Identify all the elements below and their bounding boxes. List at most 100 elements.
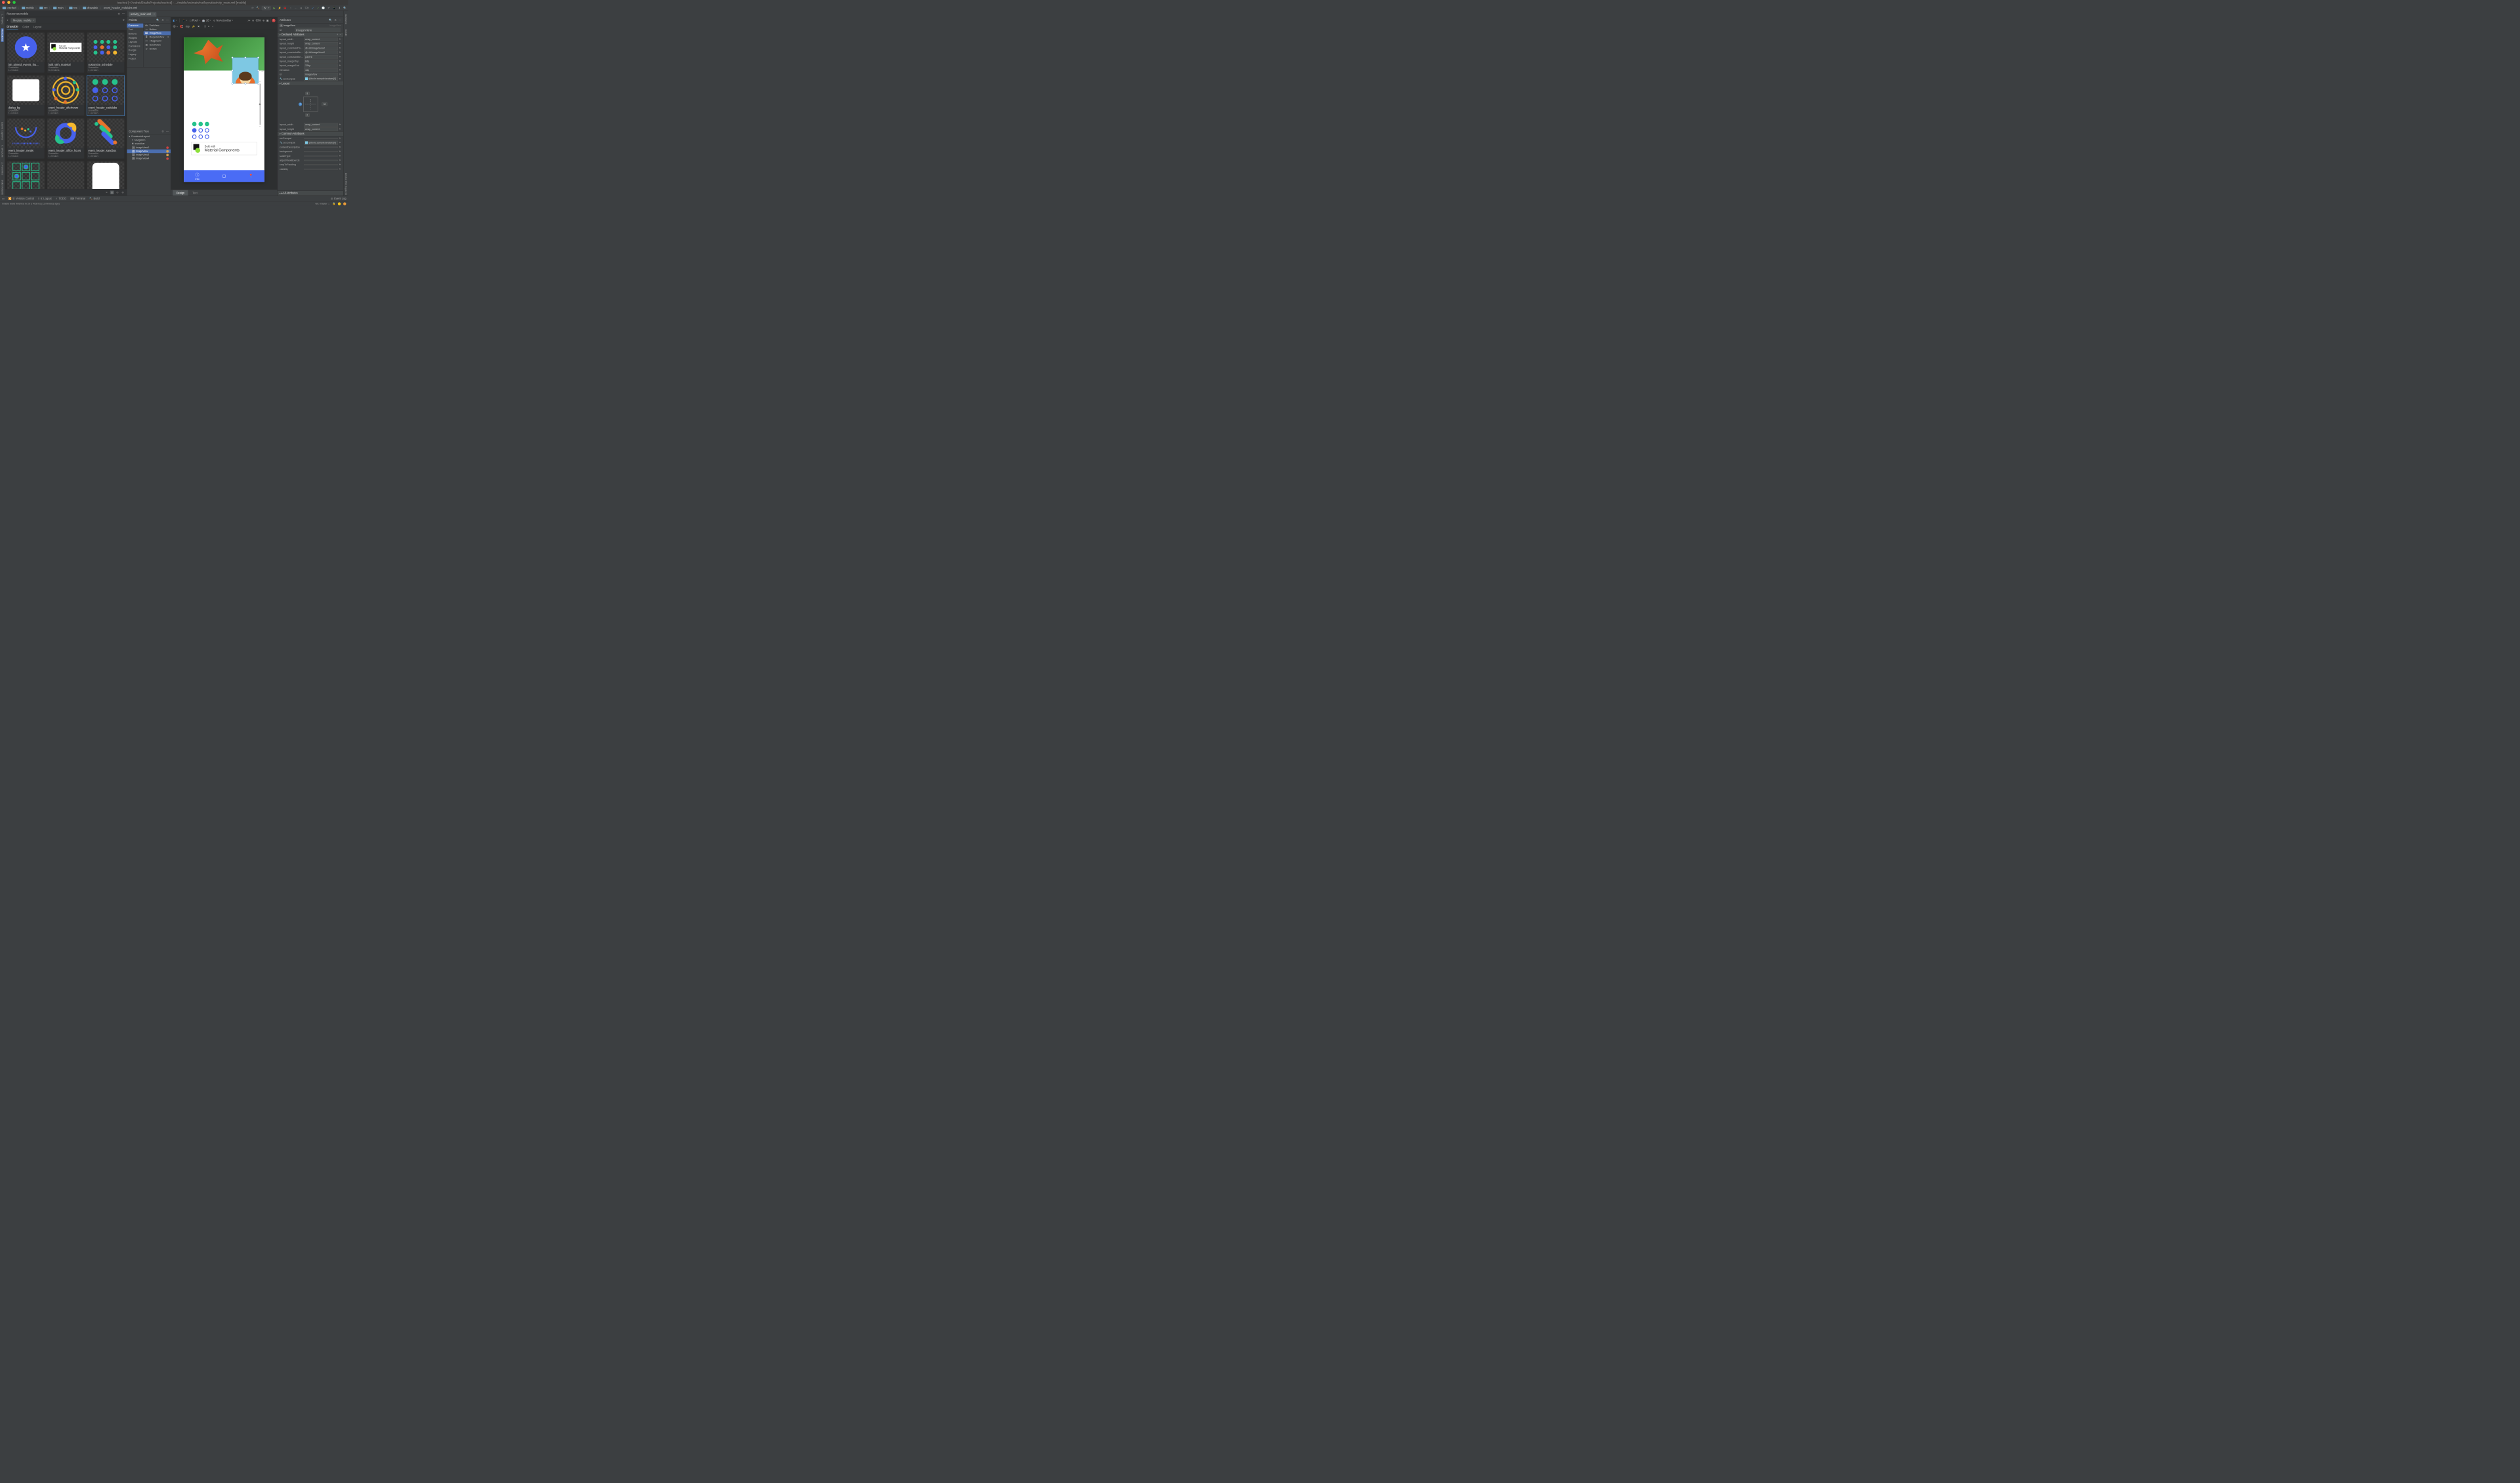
tw-todo[interactable]: ✓TODO: [56, 197, 67, 200]
nav-info[interactable]: ⓘInfo: [184, 170, 211, 182]
wand-icon[interactable]: ✨: [192, 26, 196, 28]
avd-manager-icon[interactable]: 📱: [333, 6, 336, 9]
zoom-fit-icon[interactable]: ▣: [266, 19, 269, 22]
add-constraint-button[interactable]: +: [299, 102, 302, 106]
align-icon[interactable]: ≡: [208, 26, 209, 28]
gear-icon[interactable]: ⚙: [334, 18, 337, 22]
attr-input[interactable]: [304, 151, 338, 152]
remove-attr-icon[interactable]: −: [340, 33, 341, 36]
api-dropdown[interactable]: 🤖 28: [202, 19, 211, 22]
magnet-icon[interactable]: 🧲: [180, 26, 183, 28]
breadcrumb-item[interactable]: src: [39, 7, 49, 9]
breadcrumb-item[interactable]: main: [52, 7, 65, 9]
add-resource-button[interactable]: +: [7, 19, 8, 22]
attr-input[interactable]: @tools:sample/avatars[0]: [304, 141, 338, 145]
profile-icon[interactable]: ◔: [289, 6, 292, 9]
minimize-icon[interactable]: —: [122, 12, 125, 16]
zoom-in-icon[interactable]: ⊕: [262, 19, 264, 22]
gear-icon[interactable]: ⚙: [161, 130, 164, 133]
attr-input[interactable]: 32dp: [304, 64, 338, 68]
stop-icon[interactable]: ■: [299, 6, 303, 9]
run-icon[interactable]: ▶: [272, 6, 276, 9]
tree-item[interactable]: 🖼imageView4: [127, 157, 171, 161]
attr-input[interactable]: [304, 160, 338, 161]
download-icon[interactable]: ⬇: [167, 35, 169, 38]
component-tree[interactable]: ▾ConstraintLayout ≡navigation ✖snackbar …: [127, 135, 171, 196]
grid-view-icon[interactable]: ▦: [110, 191, 114, 195]
window-controls[interactable]: [2, 1, 17, 5]
rail-resources[interactable]: Resources: [1, 28, 3, 42]
search-icon[interactable]: 🔍: [329, 18, 332, 22]
resource-item[interactable]: btn_pinned_events_thu...Drawable1 versio…: [7, 33, 44, 73]
gear-icon[interactable]: ⚙: [117, 12, 120, 16]
tab-drawable[interactable]: Drawable: [7, 24, 18, 30]
breadcrumb-item[interactable]: iosched: [1, 7, 17, 9]
attr-input[interactable]: @tools:sample/avatars[0]: [304, 77, 338, 81]
palette-cat[interactable]: Project: [127, 56, 143, 60]
search-everywhere-icon[interactable]: 🔍: [343, 6, 346, 9]
tw-logcat[interactable]: ≡6: Logcat: [38, 197, 52, 199]
resource-item[interactable]: event_header_sandboxDrawable1 version: [87, 119, 124, 159]
zoom-in-icon[interactable]: ⊕: [121, 191, 125, 194]
filter-icon[interactable]: ⏷: [123, 19, 125, 22]
all-section[interactable]: ▸ All Attributes: [278, 191, 343, 196]
resource-item[interactable]: [7, 161, 44, 189]
debug-icon[interactable]: 🐞: [284, 6, 287, 9]
error-indicator-icon[interactable]: !: [272, 18, 275, 22]
resource-item[interactable]: [47, 161, 84, 189]
resource-item[interactable]: event_header_codelabsDrawable1 version: [87, 75, 124, 115]
sdk-manager-icon[interactable]: ⬇: [338, 6, 341, 9]
resource-item[interactable]: Built withMaterial Components built_with…: [47, 33, 84, 73]
minimize-window-icon[interactable]: [7, 1, 10, 3]
attr-input[interactable]: wrap_content: [304, 42, 338, 46]
resource-item[interactable]: event_header_afterhoursDrawable1 version: [47, 75, 84, 115]
tw-terminal[interactable]: ⌨Terminal: [70, 197, 85, 200]
nav-map[interactable]: 📍: [238, 170, 264, 182]
nav-schedule[interactable]: ▢: [211, 170, 238, 182]
rail-project[interactable]: 1: Project: [1, 13, 3, 26]
tw-event-log[interactable]: ◎Event Log: [331, 197, 346, 200]
attr-input[interactable]: [304, 164, 338, 165]
maximize-window-icon[interactable]: [12, 1, 15, 3]
rail-structure[interactable]: 7: Structure: [1, 144, 3, 158]
toolbar-minimize-icon[interactable]: ▭: [2, 197, 5, 200]
resource-item[interactable]: event_header_office_hoursDrawable1 versi…: [47, 119, 84, 159]
zoom-out-icon[interactable]: ⊖: [252, 19, 254, 22]
resource-item[interactable]: event_header_mealsDrawable1 version: [7, 119, 44, 159]
guidelines-icon[interactable]: ⫞: [212, 26, 213, 28]
rail-build-variants[interactable]: Build Variants: [1, 179, 3, 196]
gear-icon[interactable]: ⚙: [161, 18, 164, 22]
pack-icon[interactable]: ⫼: [205, 26, 206, 28]
vcs-revert-icon[interactable]: ↶: [327, 6, 330, 9]
close-tab-icon[interactable]: ×: [154, 13, 155, 16]
attr-input[interactable]: @+id/imageView2: [304, 46, 338, 50]
tw-version-control[interactable]: 🔀9: Version Control: [9, 197, 34, 200]
attr-input[interactable]: wrap_content: [304, 37, 338, 41]
rail-device-file-explorer[interactable]: Device File Explorer: [345, 172, 347, 196]
layout-section[interactable]: Layout: [278, 81, 343, 86]
breadcrumb-item[interactable]: drawable: [82, 7, 99, 9]
expand-icon[interactable]: ≫: [247, 19, 250, 22]
design-mode-tab[interactable]: Design: [173, 190, 188, 196]
rail-assistant[interactable]: Assistant: [345, 13, 347, 25]
resource-grid[interactable]: btn_pinned_events_thu...Drawable1 versio…: [5, 30, 127, 189]
close-window-icon[interactable]: [2, 1, 5, 3]
lock-icon[interactable]: 🔒: [332, 202, 335, 205]
list-view-icon[interactable]: ≡: [105, 191, 109, 194]
orientation-dropdown[interactable]: 📱: [182, 19, 188, 22]
breadcrumb-item[interactable]: res: [68, 7, 78, 9]
declared-section[interactable]: Declared Attributes+−: [278, 32, 343, 37]
sync-icon[interactable]: ⟳: [251, 6, 255, 9]
rail-favorites[interactable]: 2: Favorites: [1, 161, 3, 176]
tab-layout[interactable]: Layout: [33, 24, 41, 30]
hammer-icon[interactable]: 🔨: [257, 6, 260, 9]
clear-constraints-icon[interactable]: ✖: [198, 26, 200, 28]
minimize-icon[interactable]: —: [166, 18, 169, 22]
text-mode-tab[interactable]: Text: [189, 190, 201, 196]
vcs-update-icon[interactable]: ↙: [311, 6, 314, 9]
selected-imageview[interactable]: 32: [232, 57, 259, 83]
vcs-history-icon[interactable]: 🕘: [322, 6, 325, 9]
default-margin[interactable]: 8dp: [186, 26, 190, 28]
common-section[interactable]: Common Attributes: [278, 131, 343, 136]
rail-layout-captures[interactable]: Layout Captures: [1, 121, 3, 140]
